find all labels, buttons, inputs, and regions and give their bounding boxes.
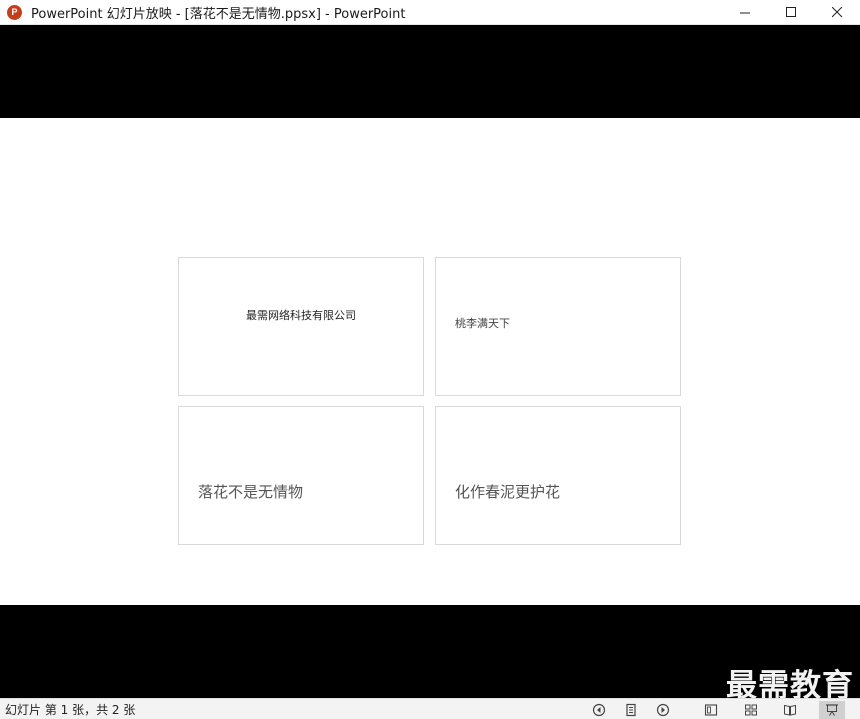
slide-card-company[interactable]: 最需网络科技有限公司 (178, 257, 424, 396)
navigation-controls (591, 699, 671, 719)
window-controls (722, 0, 860, 25)
powerpoint-app-icon: P (7, 4, 22, 20)
minimize-icon (739, 12, 750, 14)
powerpoint-window: P PowerPoint 幻灯片放映 - [落花不是无情物.ppsx] - Po… (0, 0, 860, 719)
close-icon (831, 7, 842, 18)
maximize-button[interactable] (768, 0, 814, 25)
slide-card-luohua[interactable]: 落花不是无情物 (178, 406, 424, 545)
normal-view-button[interactable] (703, 702, 719, 718)
slide-menu-icon (626, 703, 636, 716)
slide-menu-button[interactable] (623, 702, 639, 718)
slide-card-huazuo[interactable]: 化作春泥更护花 (435, 406, 681, 545)
title-bar: P PowerPoint 幻灯片放映 - [落花不是无情物.ppsx] - Po… (0, 0, 860, 25)
slide-sorter-button[interactable] (743, 702, 759, 718)
letterbox-top (0, 25, 860, 118)
status-bar: 幻灯片 第 1 张，共 2 张 (0, 698, 860, 719)
card-text: 落花不是无情物 (198, 483, 304, 501)
slide-card-taoli[interactable]: 桃李满天下 (435, 257, 681, 396)
reading-view-button[interactable] (782, 702, 798, 718)
card-text: 最需网络科技有限公司 (246, 309, 356, 322)
slide-sorter-icon (745, 704, 757, 715)
close-button[interactable] (814, 0, 860, 25)
next-slide-button[interactable] (655, 702, 671, 718)
card-text: 桃李满天下 (455, 317, 510, 330)
next-slide-icon (656, 703, 670, 716)
card-text: 化作春泥更护花 (455, 483, 561, 501)
view-controls (703, 699, 845, 719)
minimize-button[interactable] (722, 0, 768, 25)
maximize-icon (785, 7, 796, 17)
window-title: PowerPoint 幻灯片放映 - [落花不是无情物.ppsx] - Powe… (31, 6, 406, 22)
reading-view-icon (784, 704, 796, 716)
previous-slide-button[interactable] (591, 702, 607, 718)
slide-show-button[interactable] (819, 700, 845, 719)
previous-slide-icon (592, 703, 606, 716)
normal-view-icon (704, 703, 718, 716)
slide-show-icon (826, 703, 838, 716)
slide-canvas[interactable]: 最需网络科技有限公司 桃李满天下 落花不是无情物 化作春泥更护花 (0, 118, 860, 605)
slide-counter: 幻灯片 第 1 张，共 2 张 (5, 702, 136, 717)
